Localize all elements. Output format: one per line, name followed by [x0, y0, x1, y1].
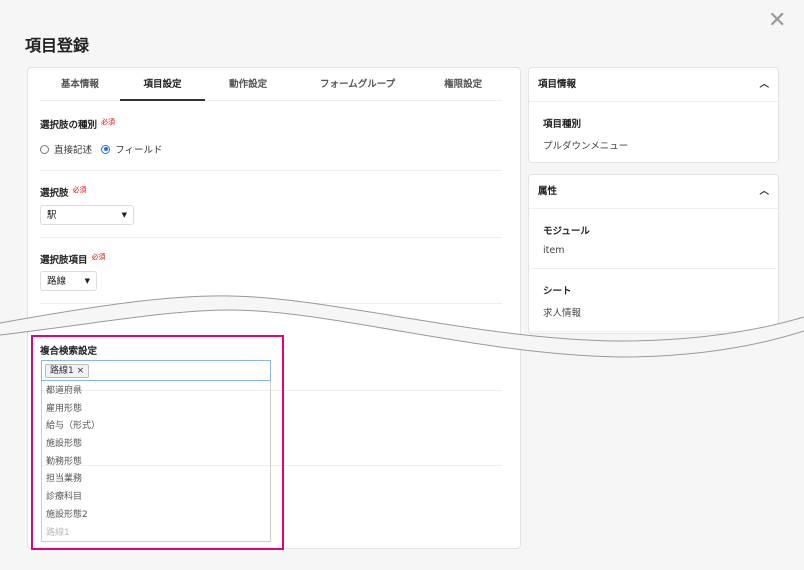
- tab-item-settings[interactable]: 項目設定: [119, 68, 206, 101]
- required-badge: 必須: [101, 118, 116, 126]
- caret-down-icon: ▼: [121, 211, 127, 219]
- remove-chip-icon[interactable]: ×: [77, 366, 85, 376]
- dropdown-option[interactable]: 給与（形式）: [42, 418, 270, 436]
- choice-value: 駅: [47, 210, 57, 221]
- attributes-title: 属性: [538, 186, 558, 197]
- dropdown-option[interactable]: 担当業務: [42, 471, 270, 489]
- tab-permissions[interactable]: 権限設定: [424, 68, 502, 101]
- item-type-value: プルダウンメニュー: [543, 141, 629, 152]
- radio-icon: [40, 144, 49, 154]
- tab-bar: 基本情報 項目設定 動作設定 フォームグループ 権限設定: [40, 68, 502, 101]
- item-type-label: 項目種別: [543, 119, 582, 130]
- tab-behavior[interactable]: 動作設定: [205, 68, 291, 101]
- chevron-up-icon: ︿: [759, 186, 769, 197]
- page-title: 項目登録: [25, 36, 90, 55]
- choice-type-label: 選択肢の種別: [40, 120, 98, 131]
- tab-form-group[interactable]: フォームグループ: [291, 68, 424, 101]
- module-value: item: [543, 245, 565, 256]
- item-info-header[interactable]: 項目情報 ︿: [529, 68, 778, 102]
- close-icon[interactable]: ✕: [768, 8, 786, 33]
- choice-item-label: 選択肢項目: [40, 255, 88, 266]
- choice-type-section: 選択肢の種別 必須 直接記述 フィールド: [40, 101, 502, 171]
- compound-search-dropdown: 都道府県 雇用形態 給与（形式） 施設形態 勤務形態 担当業務 診療科目 施設形…: [41, 381, 271, 542]
- choice-label: 選択肢: [40, 188, 69, 199]
- compound-search-label: 複合検索設定: [40, 346, 98, 357]
- tab-basic[interactable]: 基本情報: [40, 68, 120, 101]
- dropdown-option[interactable]: 勤務形態: [42, 454, 270, 472]
- selected-chip: 路線1 ×: [45, 364, 90, 378]
- choice-section: 選択肢 必須 駅 ▼: [40, 171, 502, 238]
- required-badge: 必須: [72, 186, 87, 194]
- chevron-up-icon: ︿: [759, 79, 769, 90]
- dropdown-option[interactable]: 施設形態2: [42, 507, 270, 525]
- chip-label: 路線1: [50, 366, 74, 376]
- module-label: モジュール: [543, 226, 590, 237]
- dropdown-option[interactable]: 診療科目: [42, 489, 270, 507]
- dropdown-option[interactable]: 雇用形態: [42, 401, 270, 419]
- radio-field[interactable]: フィールド: [101, 142, 163, 156]
- radio-label: 直接記述: [54, 145, 93, 156]
- item-info-title: 項目情報: [538, 79, 577, 90]
- radio-checked-icon: [101, 144, 111, 154]
- required-badge: 必須: [91, 253, 106, 261]
- choice-select[interactable]: 駅 ▼: [40, 205, 134, 225]
- radio-direct[interactable]: 直接記述: [40, 142, 92, 156]
- item-info-panel: 項目情報 ︿ 項目種別プルダウンメニュー: [528, 67, 779, 163]
- attributes-header[interactable]: 属性 ︿: [529, 175, 778, 209]
- compound-search-highlight: 複合検索設定 路線1 × 都道府県 雇用形態 給与（形式） 施設形態 勤務形態 …: [31, 335, 284, 550]
- compound-search-input[interactable]: 路線1 ×: [41, 360, 271, 381]
- dropdown-option[interactable]: 施設形態: [42, 436, 270, 454]
- radio-label: フィールド: [115, 145, 163, 156]
- dropdown-option[interactable]: 都道府県: [42, 383, 270, 401]
- dropdown-option-disabled: 路線1: [46, 527, 70, 538]
